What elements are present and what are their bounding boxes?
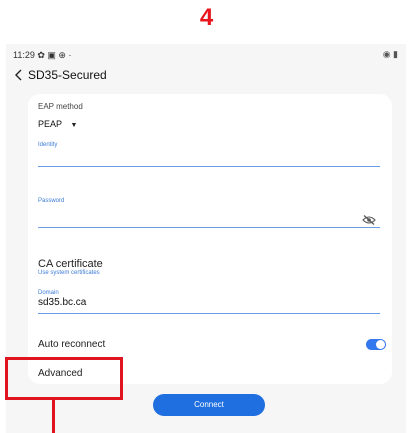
highlight-box: [5, 357, 123, 400]
domain-underline: [38, 313, 380, 314]
page-title: SD35-Secured: [28, 68, 107, 82]
step-number: 4: [199, 4, 214, 31]
password-field[interactable]: [38, 206, 358, 222]
status-right-icons: ◉ ▮: [382, 49, 398, 59]
eap-method-dropdown[interactable]: PEAP ▼: [38, 114, 98, 129]
identity-underline: [38, 166, 380, 167]
ca-certificate-value: Use system certificates: [38, 270, 100, 276]
eap-method-label: EAP method: [38, 102, 83, 111]
eap-method-value: PEAP: [38, 119, 63, 129]
domain-label: Domain: [38, 290, 59, 296]
identity-field[interactable]: [38, 149, 380, 165]
domain-field[interactable]: sd35.bc.ca: [38, 297, 86, 308]
caret-down-icon: ▼: [70, 122, 78, 129]
identity-label: Identity: [38, 142, 58, 148]
status-bar: 11:29 ✿ ▣ ⊕ ·: [13, 50, 71, 61]
auto-reconnect-label: Auto reconnect: [38, 339, 106, 350]
status-icons: ✿ ▣ ⊕ ·: [37, 50, 72, 60]
auto-reconnect-toggle[interactable]: [366, 339, 386, 350]
settings-card: EAP method PEAP ▼ Identity Password CA c…: [28, 94, 392, 384]
password-underline: [38, 227, 380, 228]
connect-button[interactable]: Connect: [153, 394, 265, 416]
chevron-left-icon[interactable]: [14, 68, 24, 84]
ca-certificate-label[interactable]: CA certificate: [38, 258, 103, 270]
pointer-line: [52, 400, 55, 433]
status-time: 11:29: [13, 50, 35, 60]
toggle-knob: [376, 340, 385, 349]
password-label: Password: [38, 198, 65, 204]
